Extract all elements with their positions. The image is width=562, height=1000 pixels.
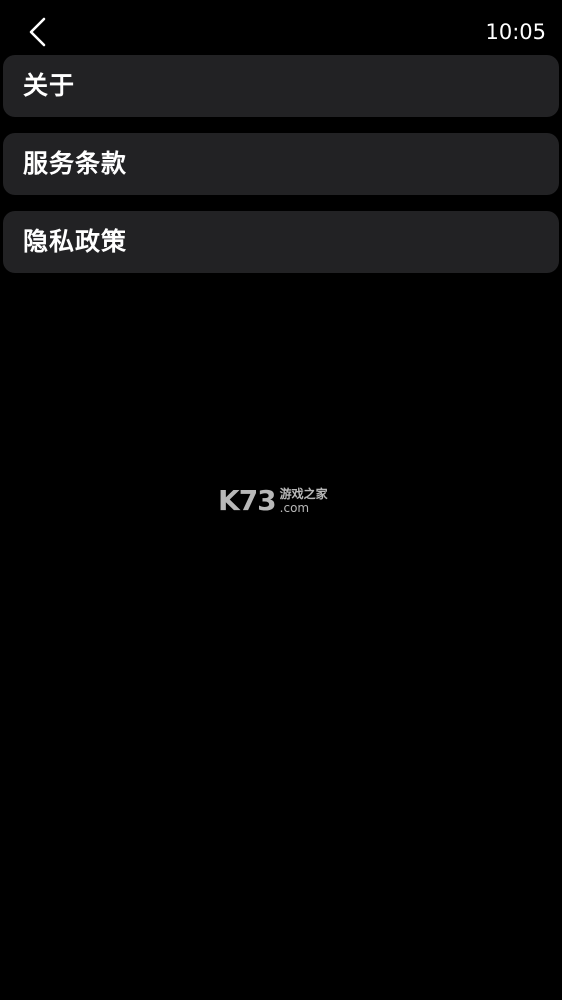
menu-item-label: 关于 — [23, 71, 76, 100]
back-button[interactable] — [18, 10, 58, 54]
menu-item-label: 服务条款 — [23, 149, 128, 178]
watermark-brand: K73 — [218, 484, 277, 517]
watermark-text: 游戏之家 .com — [280, 488, 328, 514]
menu-item-privacy-policy[interactable]: 隐私政策 — [3, 211, 559, 273]
chevron-left-icon — [29, 17, 46, 47]
menu-item-terms-of-service[interactable]: 服务条款 — [3, 133, 559, 195]
watermark-logo: K73 游戏之家 .com — [218, 484, 348, 518]
settings-menu: 关于 服务条款 隐私政策 — [3, 55, 559, 289]
menu-item-label: 隐私政策 — [23, 227, 128, 256]
watermark-domain: .com — [279, 501, 310, 515]
menu-item-about[interactable]: 关于 — [3, 55, 559, 117]
top-bar: 10:05 — [0, 0, 562, 56]
watermark-cn: 游戏之家 — [279, 487, 328, 501]
status-time: 10:05 — [485, 20, 546, 44]
